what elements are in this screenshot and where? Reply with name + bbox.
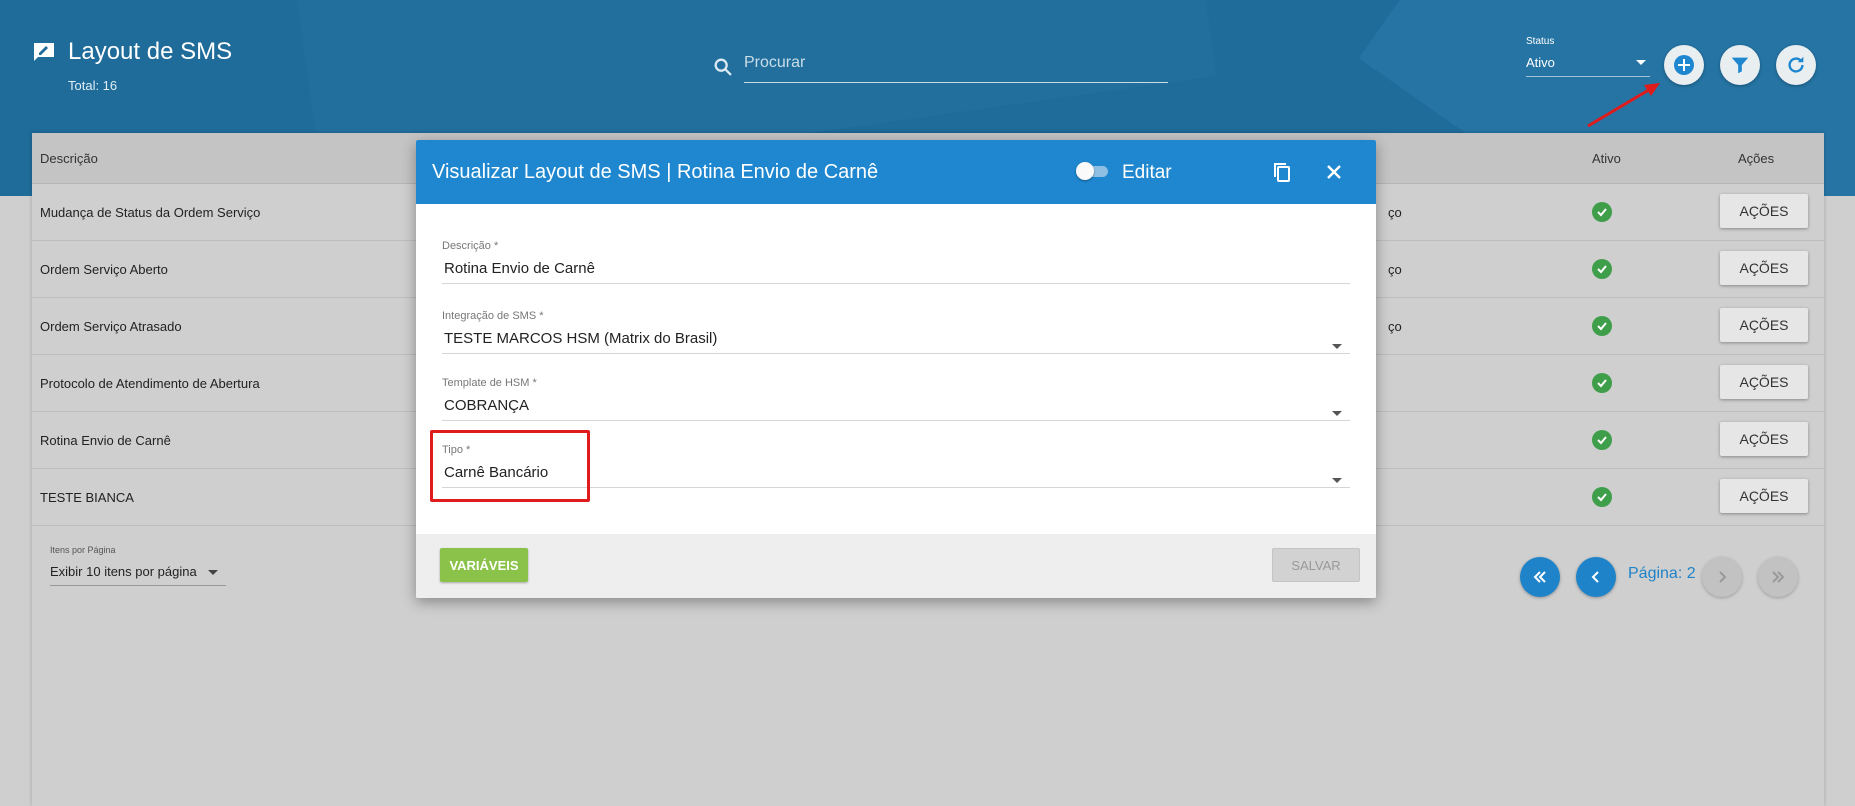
search-bar <box>712 50 1168 83</box>
row-text-fragment: ço <box>1388 262 1402 277</box>
per-page-select[interactable]: Itens por Página Exibir 10 itens por pág… <box>50 545 226 586</box>
actions-button[interactable]: AÇÕES <box>1720 194 1808 228</box>
filter-button[interactable] <box>1720 45 1760 85</box>
save-button[interactable]: SALVAR <box>1272 548 1360 582</box>
check-circle-icon <box>1592 430 1612 450</box>
double-chevron-right-icon <box>1772 571 1785 583</box>
row-text-fragment: ço <box>1388 205 1402 220</box>
column-descricao[interactable]: Descrição <box>40 151 98 166</box>
row-text-fragment: ço <box>1388 319 1402 334</box>
actions-button[interactable]: AÇÕES <box>1720 308 1808 342</box>
check-circle-icon <box>1592 373 1612 393</box>
next-page-button[interactable] <box>1702 557 1742 597</box>
modal-title: Visualizar Layout de SMS | Rotina Envio … <box>432 161 879 183</box>
status-select[interactable]: Status Ativo <box>1526 36 1650 77</box>
actions-button[interactable]: AÇÕES <box>1720 479 1808 513</box>
total-count: Total: 16 <box>68 78 118 93</box>
annotation-arrow-icon <box>1587 83 1660 128</box>
row-descricao: Rotina Envio de Carnê <box>40 433 171 448</box>
actions-button[interactable]: AÇÕES <box>1720 365 1808 399</box>
variables-button[interactable]: VARIÁVEIS <box>440 548 528 582</box>
check-circle-icon <box>1592 202 1612 222</box>
modal-footer: VARIÁVEIS SALVAR <box>416 534 1376 598</box>
check-circle-icon <box>1592 259 1612 279</box>
check-circle-icon <box>1592 316 1612 336</box>
sms-edit-icon <box>34 43 54 61</box>
edit-label[interactable]: Editar <box>1122 162 1172 184</box>
search-icon <box>714 58 732 75</box>
highlight-box <box>430 430 590 502</box>
per-page-value: Exibir 10 itens por página <box>50 564 197 579</box>
refresh-icon <box>1788 56 1804 73</box>
row-descricao: Ordem Serviço Atrasado <box>40 319 182 334</box>
per-page-label: Itens por Página <box>50 545 116 555</box>
caret-down-icon <box>1332 411 1342 416</box>
copy-icon[interactable] <box>1270 160 1294 184</box>
row-descricao: Ordem Serviço Aberto <box>40 262 168 277</box>
field-value: Rotina Envio de Carnê <box>444 260 595 277</box>
last-page-button[interactable] <box>1758 557 1798 597</box>
check-circle-icon <box>1592 487 1612 507</box>
row-descricao: Protocolo de Atendimento de Abertura <box>40 376 260 391</box>
field-label: Integração de SMS * <box>442 310 544 322</box>
row-descricao: Mudança de Status da Ordem Serviço <box>40 205 261 220</box>
status-value: Ativo <box>1526 55 1555 70</box>
add-circle-icon <box>1674 55 1694 75</box>
add-button[interactable] <box>1664 45 1704 85</box>
caret-down-icon <box>208 570 218 575</box>
column-acoes: Ações <box>1738 151 1775 166</box>
page-title: Layout de SMS <box>68 38 233 65</box>
field-value: TESTE MARCOS HSM (Matrix do Brasil) <box>444 330 718 347</box>
template-hsm-select[interactable]: Template de HSM * COBRANÇA <box>442 377 1350 421</box>
view-layout-modal: Visualizar Layout de SMS | Rotina Envio … <box>416 140 1376 598</box>
integracao-sms-select[interactable]: Integração de SMS * TESTE MARCOS HSM (Ma… <box>442 310 1350 354</box>
field-label: Descrição * <box>442 240 499 252</box>
actions-button[interactable]: AÇÕES <box>1720 251 1808 285</box>
descricao-field[interactable]: Descrição * Rotina Envio de Carnê <box>442 240 1350 284</box>
first-page-button[interactable] <box>1520 557 1560 597</box>
modal-header: Visualizar Layout de SMS | Rotina Envio … <box>416 140 1376 204</box>
caret-down-icon <box>1636 60 1646 65</box>
toggle-knob <box>1076 162 1094 180</box>
page-indicator: Página: 2 <box>1628 565 1696 582</box>
actions-button[interactable]: AÇÕES <box>1720 422 1808 456</box>
close-icon[interactable] <box>1322 160 1346 184</box>
field-value: COBRANÇA <box>444 397 530 414</box>
chevron-left-icon <box>1591 571 1599 583</box>
refresh-button[interactable] <box>1776 45 1816 85</box>
column-ativo[interactable]: Ativo <box>1592 151 1621 166</box>
search-input[interactable] <box>744 50 1168 83</box>
double-chevron-left-icon <box>1533 571 1546 583</box>
title-group: Layout de SMS <box>32 38 232 66</box>
previous-page-button[interactable] <box>1576 557 1616 597</box>
caret-down-icon <box>1332 478 1342 483</box>
row-descricao: TESTE BIANCA <box>40 490 134 505</box>
field-label: Template de HSM * <box>442 377 537 389</box>
edit-toggle[interactable] <box>1076 162 1110 180</box>
caret-down-icon <box>1332 344 1342 349</box>
status-label: Status <box>1526 36 1555 47</box>
chevron-right-icon <box>1719 571 1727 583</box>
filter-icon <box>1731 57 1749 74</box>
